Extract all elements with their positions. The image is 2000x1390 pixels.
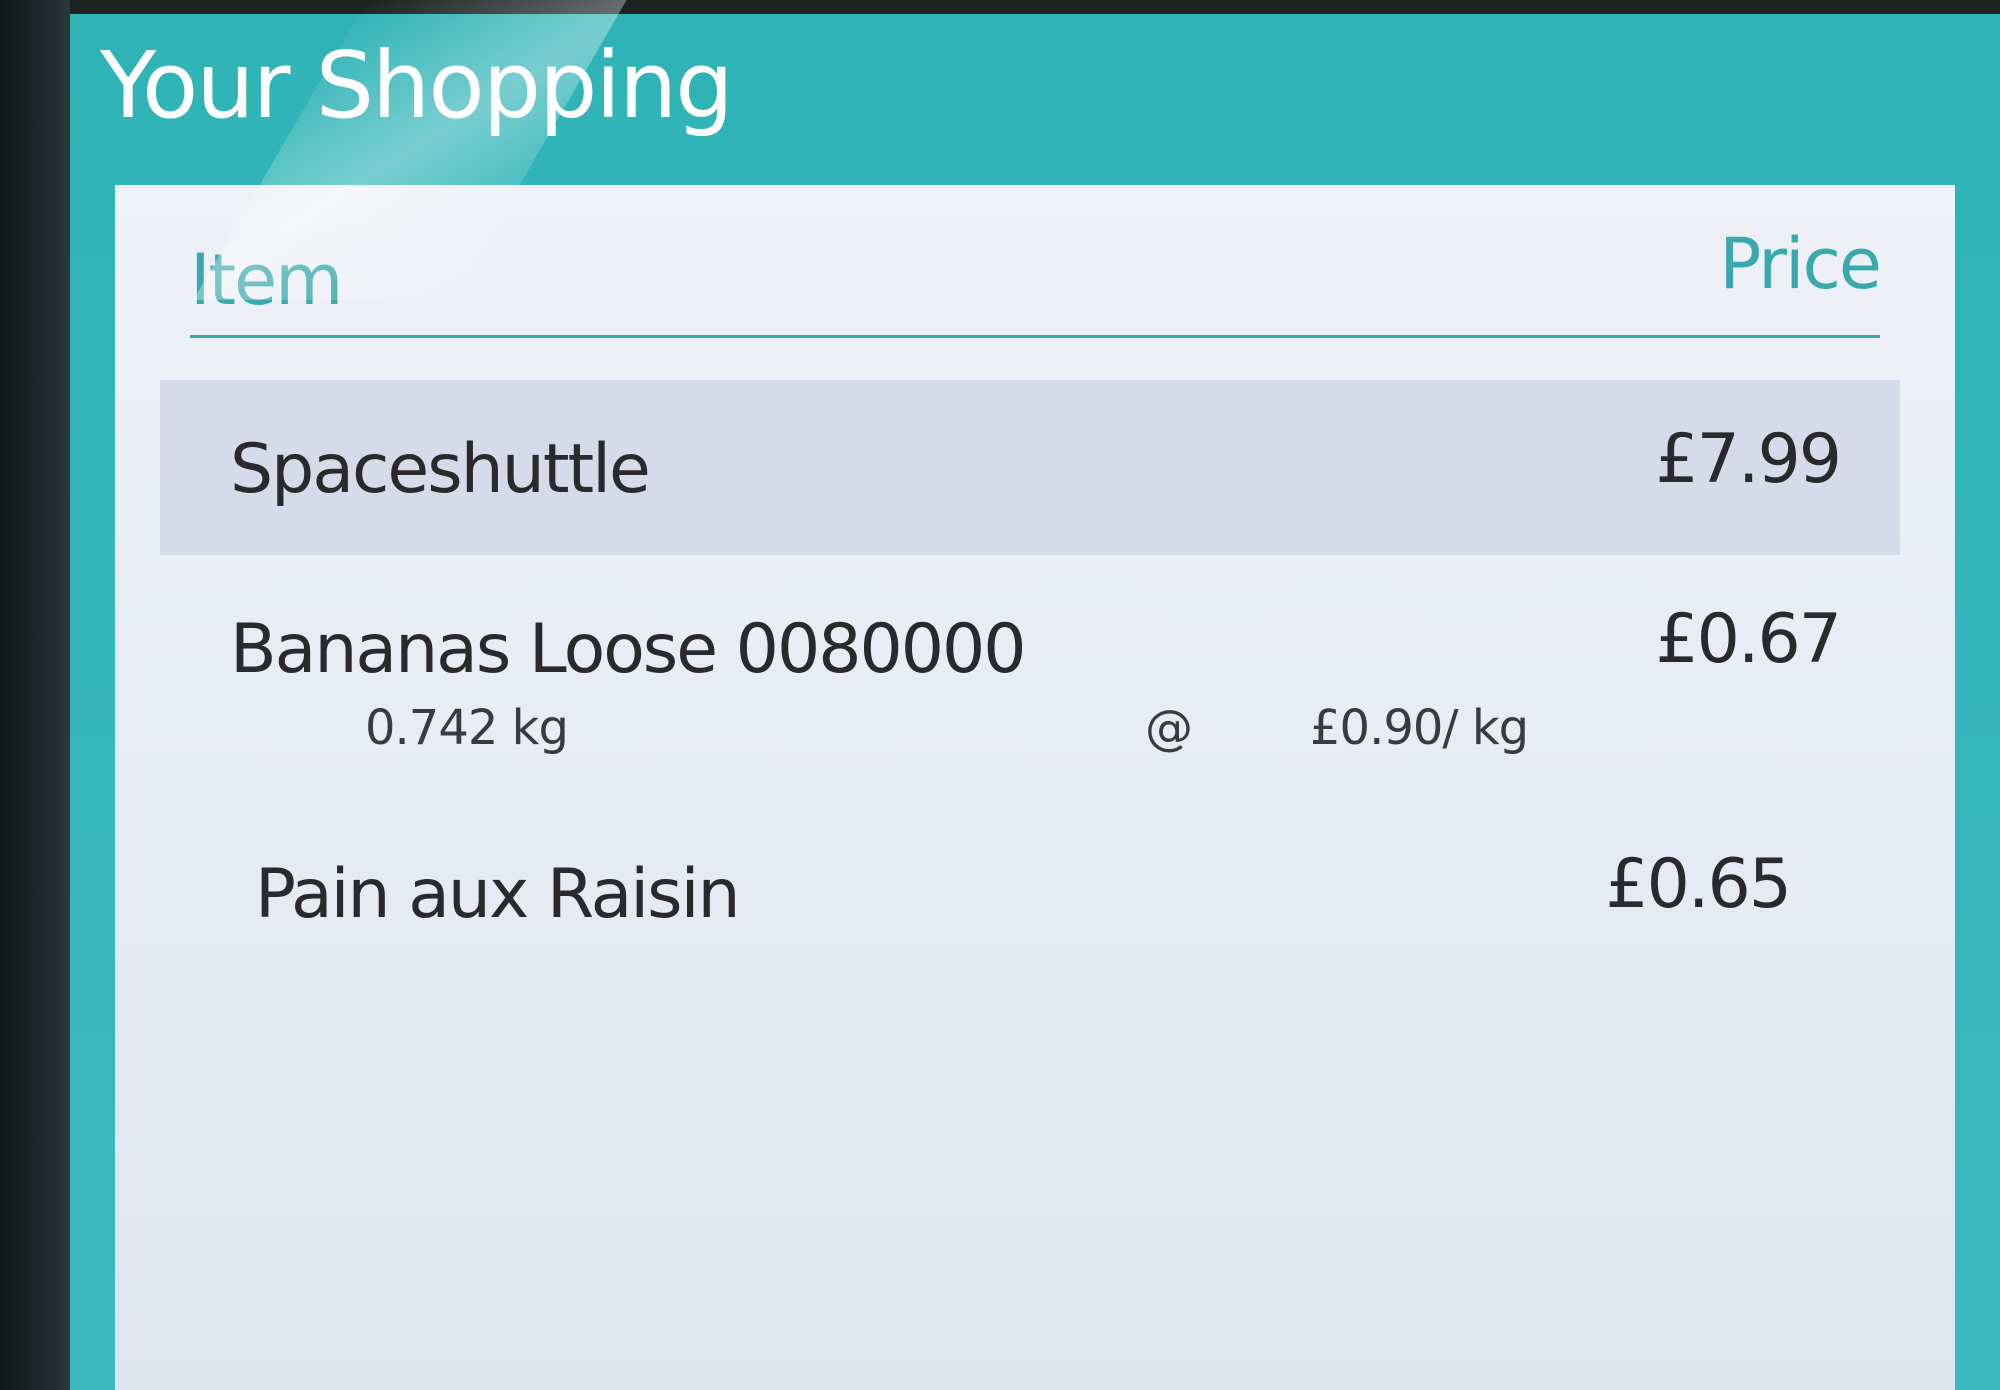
item-price: £0.65	[1605, 845, 1792, 924]
table-header: Item Price	[190, 223, 1882, 338]
shopping-list-panel: Item Price Spaceshuttle £7.99 Bananas Lo…	[115, 185, 1955, 1390]
self-checkout-screen: Your Shopping Item Price Spaceshuttle £7…	[0, 0, 2000, 1390]
price-column-header: Price	[1719, 223, 1882, 305]
unit-price: £0.90/ kg	[1310, 700, 1529, 756]
at-symbol: @	[1145, 700, 1193, 756]
screen-bezel-left	[0, 0, 70, 1390]
screen-bezel-top	[0, 0, 2000, 14]
item-name: Spaceshuttle	[230, 430, 651, 509]
table-row[interactable]: Spaceshuttle £7.99	[160, 380, 1900, 555]
item-price: £7.99	[1655, 420, 1842, 499]
table-row[interactable]: Bananas Loose 0080000 £0.67 0.742 kg @ £…	[160, 575, 1900, 805]
item-column-header: Item	[190, 239, 343, 321]
page-title: Your Shopping	[100, 32, 734, 139]
table-row[interactable]: Pain aux Raisin £0.65	[160, 815, 1900, 965]
item-name: Pain aux Raisin	[255, 855, 741, 934]
item-name: Bananas Loose 0080000	[230, 610, 1027, 689]
item-weight: 0.742 kg	[365, 700, 569, 756]
item-price: £0.67	[1655, 600, 1842, 679]
